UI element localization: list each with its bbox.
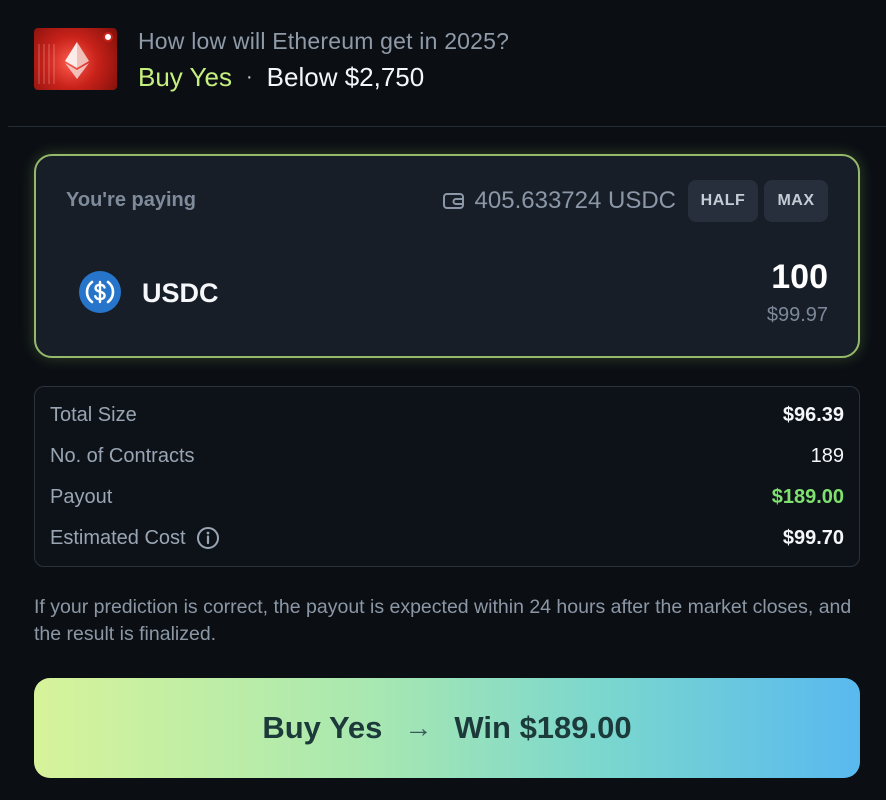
alert-badge-icon xyxy=(103,32,113,42)
summary-label: No. of Contracts xyxy=(50,444,195,467)
summary-row-estimated-cost: Estimated Cost $99.70 xyxy=(50,523,844,553)
header-divider xyxy=(8,126,886,127)
market-header: How low will Ethereum get in 2025? Buy Y… xyxy=(34,28,852,100)
max-button[interactable]: MAX xyxy=(764,180,828,222)
info-icon[interactable] xyxy=(196,526,220,550)
amount-input[interactable]: 100 xyxy=(771,258,828,297)
summary-label: Payout xyxy=(50,485,113,508)
separator-dot: · xyxy=(245,66,253,88)
payout-note: If your prediction is correct, the payou… xyxy=(34,596,852,645)
cta-action: Buy Yes xyxy=(262,710,383,745)
trade-panel: How low will Ethereum get in 2025? Buy Y… xyxy=(0,0,886,800)
token-selector[interactable]: USDC xyxy=(142,278,219,309)
summary-value: $189.00 xyxy=(771,485,844,508)
paying-label: You're paying xyxy=(66,189,196,211)
summary-value: 189 xyxy=(810,444,844,467)
ethereum-market-thumbnail xyxy=(34,28,117,90)
half-button[interactable]: HALF xyxy=(688,180,758,222)
summary-label-with-info: Estimated Cost xyxy=(50,526,220,550)
summary-label: Estimated Cost xyxy=(50,526,186,549)
position-side: Buy Yes xyxy=(138,62,232,92)
summary-row-payout: Payout $189.00 xyxy=(50,482,844,512)
paying-card: You're paying 405.633724 USDC HALF MAX U… xyxy=(34,154,860,358)
summary-row-total-size: Total Size $96.39 xyxy=(50,400,844,430)
wallet-balance-value: 405.633724 USDC xyxy=(474,187,676,214)
cta-result: Win $189.00 xyxy=(454,710,632,745)
position-outcome: Below $2,750 xyxy=(266,62,425,92)
summary-label: Total Size xyxy=(50,403,137,426)
wallet-balance: 405.633724 USDC xyxy=(442,187,676,215)
arrow-right-icon: → xyxy=(404,712,433,743)
position-summary: Buy Yes · Below $2,750 xyxy=(138,62,424,93)
summary-value: $99.70 xyxy=(782,526,844,549)
usdc-icon xyxy=(79,271,121,313)
amount-usd-value: $99.97 xyxy=(766,304,828,326)
chart-bars-decoration xyxy=(38,44,56,84)
summary-value: $96.39 xyxy=(782,403,844,426)
summary-row-contracts: No. of Contracts 189 xyxy=(50,441,844,471)
buy-yes-button[interactable]: Buy Yes → Win $189.00 xyxy=(34,678,860,778)
market-title: How low will Ethereum get in 2025? xyxy=(138,28,510,54)
ethereum-icon xyxy=(65,42,89,79)
order-summary: Total Size $96.39 No. of Contracts 189 P… xyxy=(34,386,860,567)
wallet-icon xyxy=(442,193,464,209)
